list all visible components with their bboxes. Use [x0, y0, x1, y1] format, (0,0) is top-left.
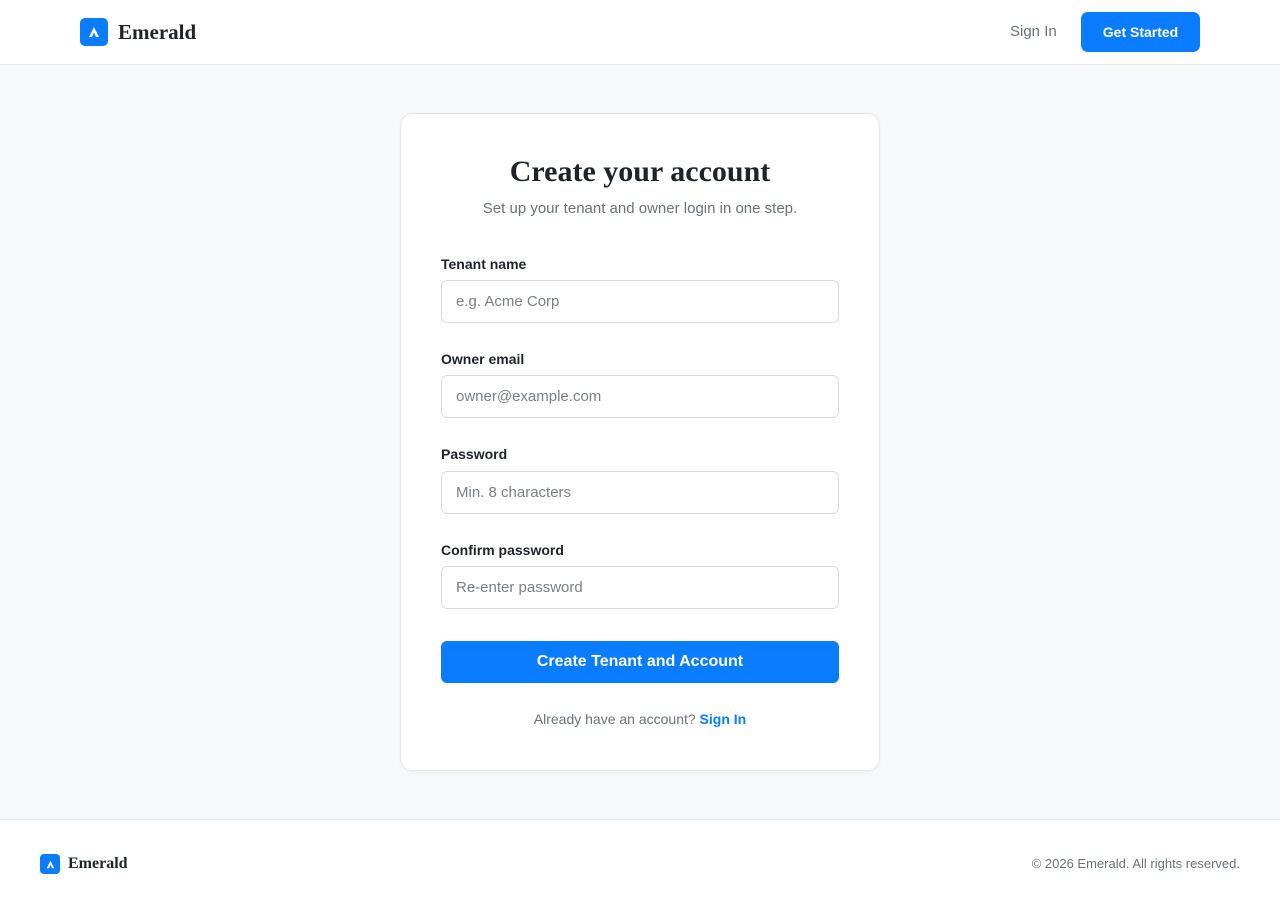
tenant-name-input[interactable]	[441, 280, 839, 323]
signin-prompt-text: Already have an account?	[533, 711, 696, 727]
owner-email-label: Owner email	[441, 351, 525, 367]
page-title: Create your account	[509, 155, 771, 188]
brand-logo-link[interactable]: Emerald	[80, 18, 196, 46]
footer-brand[interactable]: Emerald	[40, 854, 128, 874]
emerald-logo-icon	[80, 18, 108, 46]
create-tenant-account-button[interactable]: Create Tenant and Account	[441, 641, 839, 683]
signin-prompt-row: Already have an account? Sign In	[401, 710, 879, 728]
emerald-logo-icon	[40, 854, 60, 874]
confirm-password-label: Confirm password	[441, 542, 564, 558]
copyright-text: © 2026 Emerald. All rights reserved.	[1031, 856, 1240, 871]
page-subtitle: Set up your tenant and owner login in on…	[482, 200, 798, 217]
password-label: Password	[441, 446, 508, 462]
footer-brand-name: Emerald	[68, 855, 128, 872]
owner-email-input[interactable]	[441, 375, 839, 418]
page-footer: Emerald © 2026 Emerald. All rights reser…	[0, 819, 1280, 909]
signup-card: Create your account Set up your tenant a…	[400, 113, 880, 771]
sign-in-link[interactable]: Sign In	[700, 711, 747, 727]
confirm-password-input[interactable]	[441, 566, 839, 609]
get-started-button[interactable]: Get Started	[1081, 12, 1200, 52]
tenant-name-label: Tenant name	[441, 256, 527, 272]
nav-sign-in-link[interactable]: Sign In	[1010, 22, 1057, 42]
brand-name: Emerald	[118, 20, 197, 44]
password-input[interactable]	[441, 471, 839, 514]
top-nav: Emerald Sign In Get Started	[0, 0, 1280, 65]
